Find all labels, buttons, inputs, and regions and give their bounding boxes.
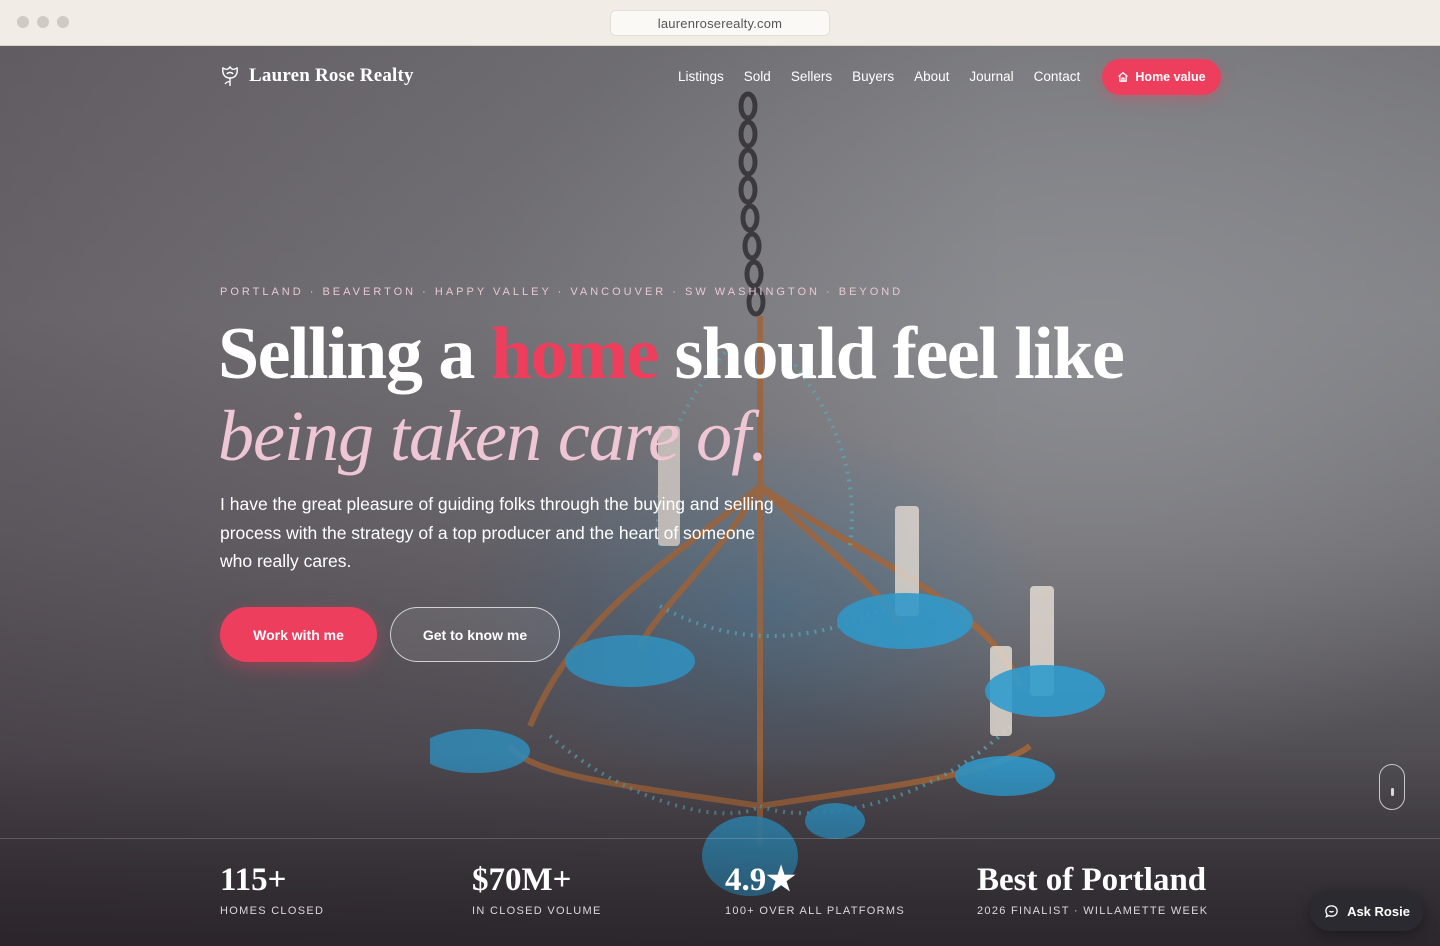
house-icon bbox=[1118, 72, 1129, 82]
stat-value: Best of Portland bbox=[977, 862, 1207, 898]
service-area-kicker: PORTLAND · BEAVERTON · HAPPY VALLEY · VA… bbox=[220, 286, 904, 298]
headline-pre: Selling a bbox=[218, 313, 491, 395]
stat-label: 2026 FINALIST · WILLAMETTE WEEK bbox=[977, 905, 1209, 917]
site-header: Lauren Rose Realty Listings Sold Sellers… bbox=[0, 46, 1440, 108]
hero-headline-italic: being taken care of. bbox=[218, 396, 768, 476]
nav-link-sellers[interactable]: Sellers bbox=[791, 69, 832, 84]
home-value-button[interactable]: Home value bbox=[1102, 59, 1221, 95]
stats-divider bbox=[0, 838, 1440, 839]
nav-link-about[interactable]: About bbox=[914, 69, 949, 84]
stat-label: 100+ OVER ALL PLATFORMS bbox=[725, 905, 905, 917]
close-window-dot[interactable] bbox=[17, 16, 29, 28]
scroll-indicator[interactable] bbox=[1379, 764, 1405, 810]
window-controls bbox=[17, 16, 69, 28]
stat-label: IN CLOSED VOLUME bbox=[472, 905, 602, 917]
maximize-window-dot[interactable] bbox=[57, 16, 69, 28]
stat-value: $70M+ bbox=[472, 862, 572, 898]
nav-link-journal[interactable]: Journal bbox=[969, 69, 1013, 84]
hero-bottom-gradient bbox=[0, 756, 1440, 946]
headline-post: should feel like bbox=[657, 313, 1125, 395]
chat-bubble-icon bbox=[1325, 904, 1338, 918]
stat-homes-closed: 115+ HOMES CLOSED bbox=[220, 861, 324, 917]
get-to-know-me-button[interactable]: Get to know me bbox=[390, 607, 560, 662]
nav-link-buyers[interactable]: Buyers bbox=[852, 69, 894, 84]
browser-chrome: laurenroserealty.com bbox=[0, 0, 1440, 46]
brand-name: Lauren Rose Realty bbox=[249, 65, 414, 86]
nav-link-contact[interactable]: Contact bbox=[1034, 69, 1081, 84]
stat-value: 115+ bbox=[220, 862, 287, 898]
stat-label: HOMES CLOSED bbox=[220, 905, 325, 917]
work-with-me-button[interactable]: Work with me bbox=[220, 607, 377, 662]
hero-section: Lauren Rose Realty Listings Sold Sellers… bbox=[0, 46, 1440, 946]
stat-closed-volume: $70M+ IN CLOSED VOLUME bbox=[472, 861, 602, 917]
ask-rosie-chat-button[interactable]: Ask Rosie bbox=[1310, 891, 1424, 931]
headline-accent-word: home bbox=[490, 313, 659, 395]
stat-value: 4.9★ bbox=[725, 862, 796, 898]
hero-lede: I have the great pleasure of guiding fol… bbox=[220, 494, 774, 571]
home-value-label: Home value bbox=[1135, 70, 1206, 84]
nav-link-sold[interactable]: Sold bbox=[744, 69, 771, 84]
address-bar[interactable]: laurenroserealty.com bbox=[610, 10, 830, 36]
stat-rating: 4.9★ 100+ OVER ALL PLATFORMS bbox=[725, 861, 905, 917]
ask-rosie-label: Ask Rosie bbox=[1347, 903, 1410, 919]
brand-logo[interactable]: Lauren Rose Realty bbox=[219, 64, 414, 88]
minimize-window-dot[interactable] bbox=[37, 16, 49, 28]
hero-headline: Selling a home should feel like bbox=[218, 313, 1125, 395]
main-nav: Listings Sold Sellers Buyers About Journ… bbox=[678, 69, 1100, 84]
nav-link-listings[interactable]: Listings bbox=[678, 69, 724, 84]
rose-icon bbox=[222, 65, 238, 86]
stat-award: Best of Portland 2026 FINALIST · WILLAME… bbox=[977, 861, 1208, 917]
